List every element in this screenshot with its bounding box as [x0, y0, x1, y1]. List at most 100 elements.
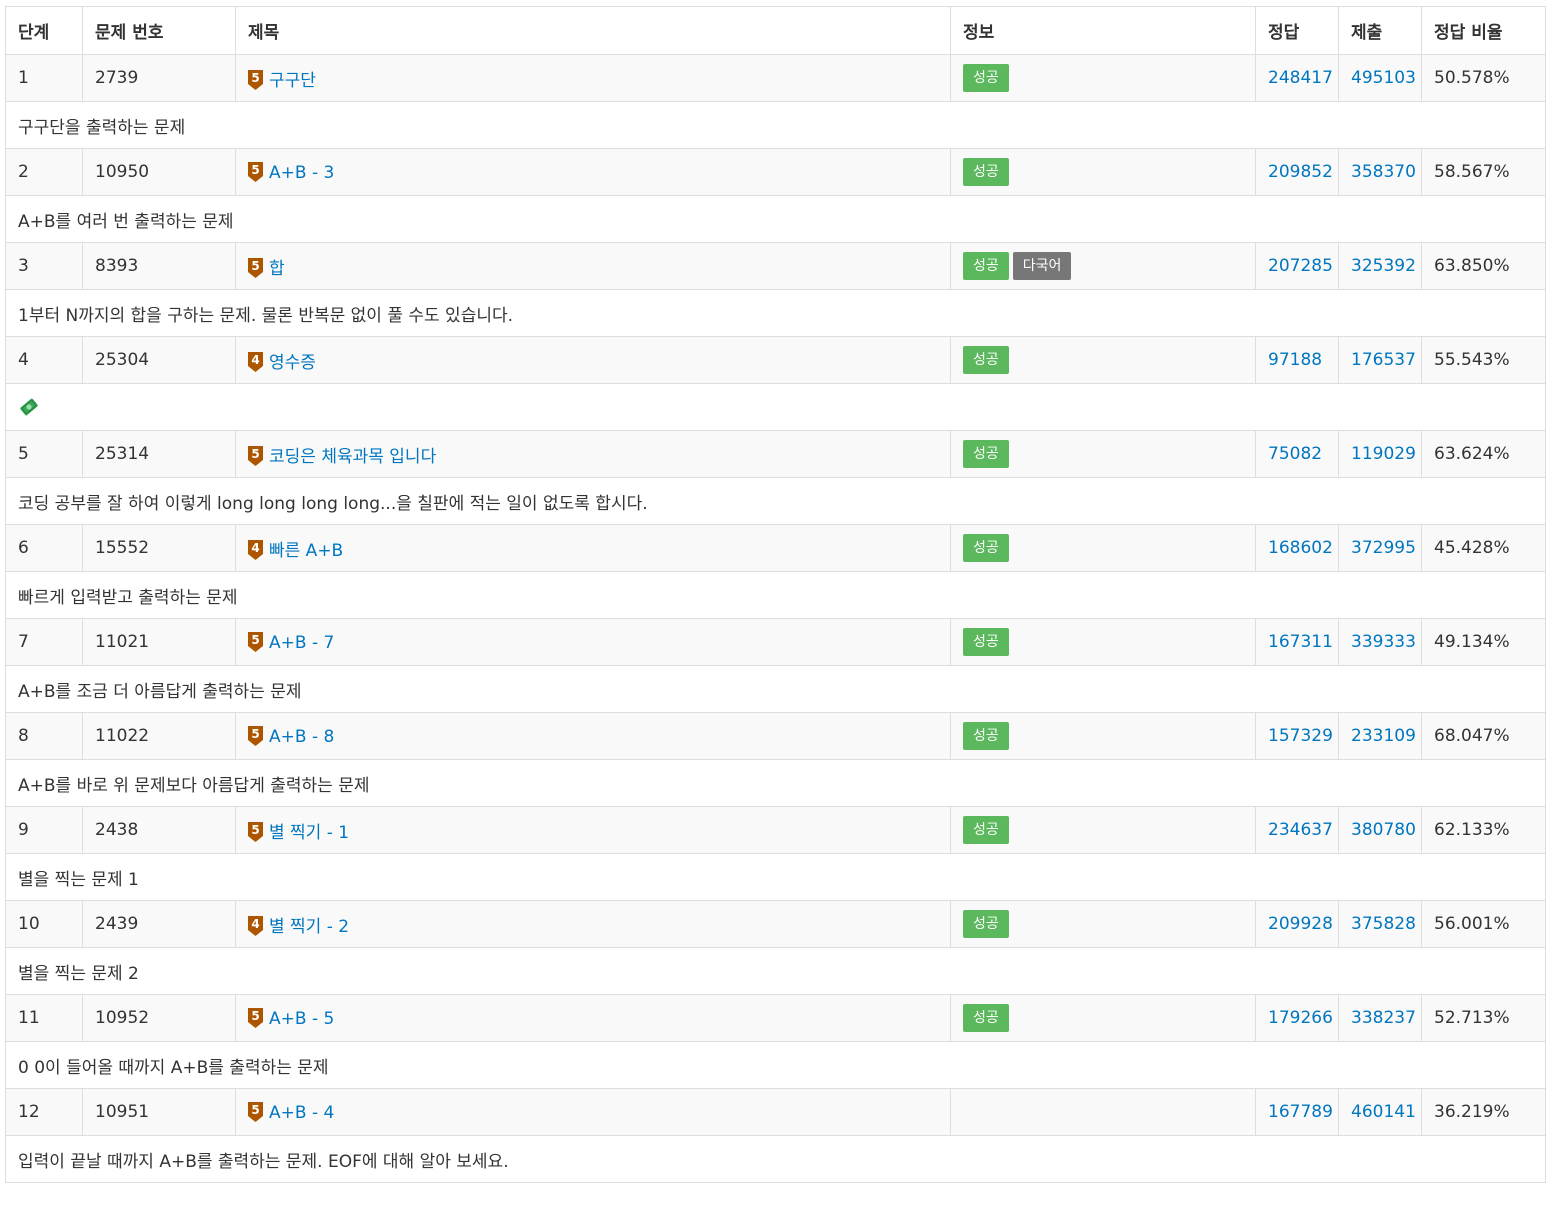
accepted-count-link[interactable]: 207285 [1268, 256, 1333, 276]
problem-description: 별을 찍는 문제 2 [5, 947, 1546, 995]
info-cell [950, 1088, 1256, 1136]
accepted-count-cell: 157329 [1255, 712, 1339, 760]
problem-id: 11021 [82, 618, 236, 666]
step-number: 12 [5, 1088, 83, 1136]
submission-count-link[interactable]: 325392 [1351, 256, 1416, 276]
problem-title-link[interactable]: 영수증 [269, 353, 316, 373]
problem-title-cell: 4 별 찍기 - 2 [235, 900, 951, 948]
submission-count-link[interactable]: 176537 [1351, 350, 1416, 370]
info-cell: 성공 [950, 524, 1256, 572]
description-row: A+B를 바로 위 문제보다 아름답게 출력하는 문제 [5, 759, 1546, 807]
success-badge: 성공 [963, 816, 1009, 844]
problem-title-cell: 5 코딩은 체육과목 입니다 [235, 430, 951, 478]
problem-id: 2438 [82, 806, 236, 854]
bronze-tier-5-icon: 5 [248, 1101, 263, 1122]
info-cell: 성공 [950, 712, 1256, 760]
accepted-count-link[interactable]: 97188 [1268, 350, 1322, 370]
problem-description: 1부터 N까지의 합을 구하는 문제. 물론 반복문 없이 풀 수도 있습니다. [5, 289, 1546, 337]
submission-count-cell: 233109 [1338, 712, 1422, 760]
tier-number: 5 [251, 822, 260, 837]
submission-count-link[interactable]: 375828 [1351, 914, 1416, 934]
problem-title-link[interactable]: A+B - 8 [269, 727, 334, 747]
problem-table: 단계 문제 번호 제목 정보 정답 제출 정답 비율 1 2739 5 구구단 성공 24… [5, 6, 1546, 1183]
accepted-ratio: 63.850% [1421, 242, 1546, 290]
accepted-count-link[interactable]: 209852 [1268, 162, 1333, 182]
problem-title-link[interactable]: 코딩은 체육과목 입니다 [269, 447, 436, 467]
accepted-count-link[interactable]: 179266 [1268, 1008, 1333, 1028]
header-submissions: 제출 [1338, 6, 1422, 55]
problem-id: 2439 [82, 900, 236, 948]
accepted-ratio: 56.001% [1421, 900, 1546, 948]
problem-title-link[interactable]: 구구단 [269, 71, 316, 91]
tier-number: 5 [251, 1102, 260, 1117]
accepted-count-link[interactable]: 168602 [1268, 538, 1333, 558]
info-cell: 성공 다국어 [950, 242, 1256, 290]
info-cell: 성공 [950, 618, 1256, 666]
accepted-ratio: 52.713% [1421, 994, 1546, 1042]
description-text: 코딩 공부를 잘 하여 이렇게 long long long long...을 … [18, 493, 648, 514]
problem-title-link[interactable]: A+B - 3 [269, 163, 334, 183]
problem-title-link[interactable]: A+B - 5 [269, 1009, 334, 1029]
success-badge: 성공 [963, 722, 1009, 750]
accepted-count-cell: 97188 [1255, 336, 1339, 384]
problem-id: 2739 [82, 54, 236, 102]
success-badge: 성공 [963, 534, 1009, 562]
info-cell: 성공 [950, 806, 1256, 854]
tier-number: 5 [251, 446, 260, 461]
problem-title-link[interactable]: A+B - 4 [269, 1103, 334, 1123]
info-cell: 성공 [950, 148, 1256, 196]
accepted-count-link[interactable]: 75082 [1268, 444, 1322, 464]
submission-count-link[interactable]: 460141 [1351, 1102, 1416, 1122]
success-badge: 성공 [963, 440, 1009, 468]
submission-count-link[interactable]: 495103 [1351, 68, 1416, 88]
description-row: 빠르게 입력받고 출력하는 문제 [5, 571, 1546, 619]
problem-row: 2 10950 5 A+B - 3 성공 209852 358370 58.567% [5, 148, 1546, 196]
info-cell: 성공 [950, 430, 1256, 478]
accepted-count-cell: 167311 [1255, 618, 1339, 666]
accepted-count-link[interactable]: 209928 [1268, 914, 1333, 934]
step-number: 8 [5, 712, 83, 760]
description-row: A+B를 여러 번 출력하는 문제 [5, 195, 1546, 243]
description-row: 0 0이 들어올 때까지 A+B를 출력하는 문제 [5, 1041, 1546, 1089]
description-row: 입력이 끝날 때까지 A+B를 출력하는 문제. EOF에 대해 알아 보세요. [5, 1135, 1546, 1183]
tier-number: 5 [251, 258, 260, 273]
problem-title-link[interactable]: 별 찍기 - 1 [269, 823, 349, 843]
problem-row: 3 8393 5 합 성공 다국어 207285 325392 63.850% [5, 242, 1546, 290]
accepted-count-link[interactable]: 167311 [1268, 632, 1333, 652]
problem-row: 4 25304 4 영수증 성공 97188 176537 55.543% [5, 336, 1546, 384]
accepted-count-cell: 234637 [1255, 806, 1339, 854]
accepted-count-link[interactable]: 234637 [1268, 820, 1333, 840]
problem-row: 9 2438 5 별 찍기 - 1 성공 234637 380780 62.133% [5, 806, 1546, 854]
submission-count-cell: 358370 [1338, 148, 1422, 196]
submission-count-link[interactable]: 358370 [1351, 162, 1416, 182]
submission-count-link[interactable]: 339333 [1351, 632, 1416, 652]
problem-title-link[interactable]: A+B - 7 [269, 633, 334, 653]
problem-description: 0 0이 들어올 때까지 A+B를 출력하는 문제 [5, 1041, 1546, 1089]
accepted-count-link[interactable]: 157329 [1268, 726, 1333, 746]
problem-title-cell: 5 별 찍기 - 1 [235, 806, 951, 854]
step-number: 9 [5, 806, 83, 854]
tier-number: 5 [251, 70, 260, 85]
submission-count-link[interactable]: 372995 [1351, 538, 1416, 558]
accepted-ratio: 45.428% [1421, 524, 1546, 572]
description-row: 구구단을 출력하는 문제 [5, 101, 1546, 149]
tier-number: 5 [251, 632, 260, 647]
problem-title-link[interactable]: 합 [269, 259, 285, 279]
accepted-count-cell: 209852 [1255, 148, 1339, 196]
submission-count-link[interactable]: 119029 [1351, 444, 1416, 464]
problem-row: 8 11022 5 A+B - 8 성공 157329 233109 68.047% [5, 712, 1546, 760]
problem-description: 입력이 끝날 때까지 A+B를 출력하는 문제. EOF에 대해 알아 보세요. [5, 1135, 1546, 1183]
description-text: 별을 찍는 문제 2 [18, 963, 139, 984]
problem-row: 7 11021 5 A+B - 7 성공 167311 339333 49.134% [5, 618, 1546, 666]
problem-row: 1 2739 5 구구단 성공 248417 495103 50.578% [5, 54, 1546, 102]
accepted-count-link[interactable]: 248417 [1268, 68, 1333, 88]
submission-count-link[interactable]: 338237 [1351, 1008, 1416, 1028]
problem-id: 10950 [82, 148, 236, 196]
problem-title-link[interactable]: 별 찍기 - 2 [269, 917, 349, 937]
accepted-count-link[interactable]: 167789 [1268, 1102, 1333, 1122]
description-row: 별을 찍는 문제 2 [5, 947, 1546, 995]
submission-count-link[interactable]: 233109 [1351, 726, 1416, 746]
problem-title-link[interactable]: 빠른 A+B [269, 541, 343, 561]
submission-count-link[interactable]: 380780 [1351, 820, 1416, 840]
description-row: 1부터 N까지의 합을 구하는 문제. 물론 반복문 없이 풀 수도 있습니다. [5, 289, 1546, 337]
